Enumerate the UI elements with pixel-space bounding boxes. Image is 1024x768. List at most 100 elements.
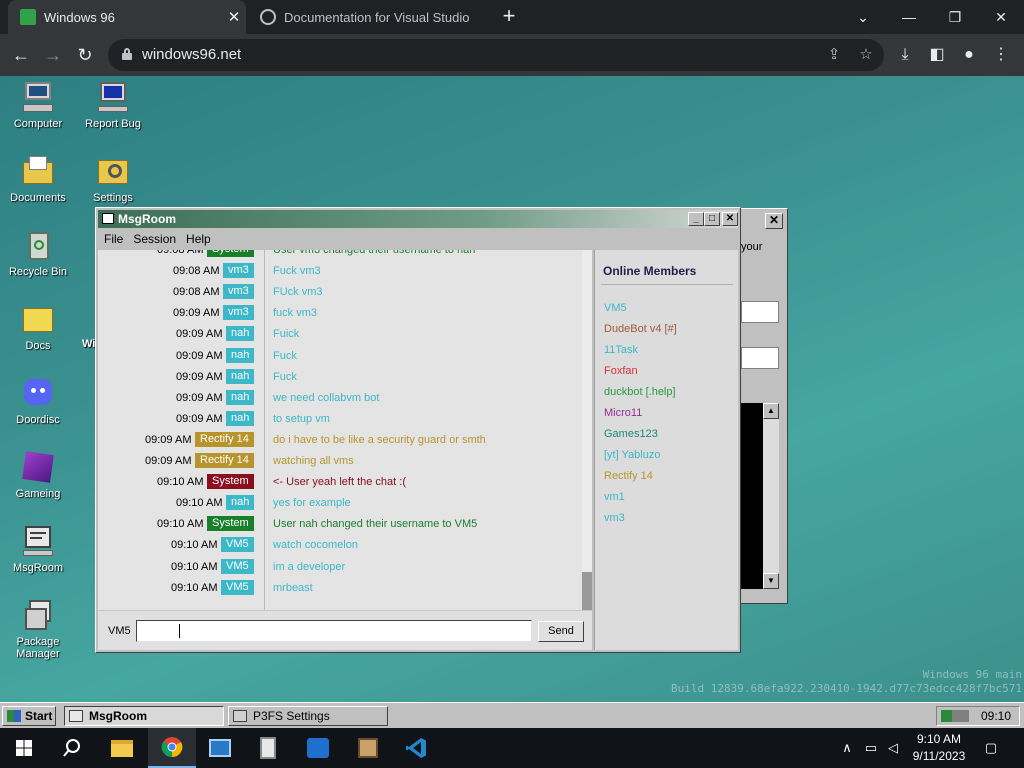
user-badge[interactable]: vm3	[223, 263, 254, 279]
profile-icon[interactable]: ●	[958, 44, 980, 66]
background-window[interactable]: ✕ your ▲ ▼	[740, 208, 788, 604]
close-window-icon[interactable]: ✕	[978, 0, 1024, 34]
user-badge[interactable]: nah	[226, 389, 255, 405]
desktop-icon-msgroom[interactable]: MsgRoom	[0, 524, 76, 574]
menu-icon[interactable]: ⋮	[990, 44, 1012, 66]
user-badge[interactable]: Rectify 14	[195, 431, 254, 447]
online-members-panel: Online Members VM5 DudeBot v4 [#] 11Task Fo…	[594, 250, 738, 650]
user-badge[interactable]: nah	[226, 368, 255, 384]
desktop-icon-package-manager[interactable]: Package Manager	[0, 598, 76, 660]
scroll-down-icon[interactable]: ▼	[763, 573, 779, 589]
user-badge[interactable]: nah	[226, 347, 255, 363]
user-badge[interactable]: VM5	[221, 579, 254, 595]
text-field[interactable]	[741, 301, 779, 323]
network-icon[interactable]	[941, 710, 969, 722]
user-badge[interactable]: VM5	[221, 558, 254, 574]
minimize-icon[interactable]: _	[688, 212, 704, 226]
desktop-icon-gameing[interactable]: Gameing	[0, 450, 76, 500]
virtualbox-icon[interactable]	[294, 728, 342, 768]
user-badge[interactable]: System	[207, 516, 254, 532]
user-badge[interactable]: nah	[226, 410, 255, 426]
tab-documentation[interactable]: Documentation for Visual Studio	[250, 0, 490, 34]
tab-search-icon[interactable]: ⌄	[840, 0, 886, 34]
notification-icon[interactable]: ▢	[982, 739, 1000, 757]
member-item[interactable]: Rectify 14	[604, 470, 653, 482]
app-icon-blue[interactable]	[196, 728, 244, 768]
user-badge[interactable]: nah	[226, 326, 255, 342]
start-button[interactable]: Start	[2, 706, 56, 726]
minimize-icon[interactable]: —	[886, 0, 932, 34]
message-text: User vm3 changed their username to nah	[273, 250, 476, 256]
download-icon[interactable]: ⤓	[894, 44, 916, 66]
member-item[interactable]: Foxfan	[604, 365, 638, 377]
scroll-up-icon[interactable]: ▲	[763, 403, 779, 419]
close-icon[interactable]: ✕	[765, 213, 783, 229]
taskbar-button-p3fs-settings[interactable]: P3FS Settings	[228, 706, 388, 726]
desktop-icon-doordisc[interactable]: Doordisc	[0, 376, 76, 426]
msgroom-titlebar[interactable]: MsgRoom _ □ ✕	[98, 210, 738, 228]
scrollbar[interactable]: ▲ ▼	[763, 403, 779, 589]
address-bar[interactable]: windows96.net ⇪ ☆	[108, 39, 884, 71]
chat-message-row: 09:09 AM nah Fuck	[98, 367, 582, 388]
menu-help[interactable]: Help	[186, 230, 211, 248]
network-icon[interactable]: ▭	[862, 739, 880, 757]
text-field[interactable]	[741, 347, 779, 369]
user-badge[interactable]: System	[207, 474, 254, 490]
forward-icon[interactable]: →	[40, 42, 66, 68]
desktop-icon-documents[interactable]: Documents	[0, 154, 76, 204]
member-item[interactable]: vm3	[604, 512, 625, 524]
document-app-icon[interactable]	[244, 728, 292, 768]
maximize-icon[interactable]: □	[704, 212, 720, 226]
menu-file[interactable]: File	[104, 230, 123, 248]
message-timestamp: 09:09 AM	[176, 412, 223, 425]
restore-icon[interactable]: ❐	[932, 0, 978, 34]
side-panel-icon[interactable]: ◧	[926, 44, 948, 66]
url-text: windows96.net	[142, 46, 242, 63]
tab-windows96[interactable]: Windows 96 ✕	[8, 0, 246, 34]
package-app-icon[interactable]	[344, 728, 392, 768]
desktop-icon-report-bug[interactable]: Report Bug	[75, 80, 151, 130]
user-badge[interactable]: vm3	[223, 305, 254, 321]
bookmark-star-icon[interactable]: ☆	[856, 45, 876, 65]
chat-scrollbar[interactable]	[582, 250, 592, 610]
search-icon[interactable]	[48, 728, 96, 768]
send-button[interactable]: Send	[538, 621, 584, 642]
member-item[interactable]: Micro11	[604, 407, 642, 419]
share-icon[interactable]: ⇪	[824, 45, 844, 65]
windows-clock[interactable]: 9:10 AM 9/11/2023	[904, 731, 974, 765]
windows-start-icon[interactable]	[0, 728, 48, 768]
close-icon[interactable]: ✕	[722, 212, 738, 226]
new-tab-icon[interactable]: +	[498, 5, 520, 27]
chat-message-row: 09:09 AM nah to setup vm	[98, 409, 582, 430]
file-explorer-icon[interactable]	[98, 728, 146, 768]
user-badge[interactable]: vm3	[223, 284, 254, 300]
user-badge[interactable]: System	[207, 250, 254, 257]
chrome-icon[interactable]	[148, 728, 196, 768]
member-item[interactable]: Games123	[604, 428, 658, 440]
member-item[interactable]: duckbot [.help]	[604, 386, 676, 398]
message-input[interactable]	[136, 620, 532, 642]
member-item[interactable]: VM5	[604, 302, 627, 314]
chevron-up-icon[interactable]: ∧	[838, 739, 856, 757]
reload-icon[interactable]: ↻	[72, 42, 98, 68]
window-text-fragment: your	[741, 241, 763, 253]
close-tab-icon[interactable]: ✕	[222, 8, 246, 26]
member-item[interactable]: vm1	[604, 491, 625, 503]
back-icon[interactable]: ←	[8, 42, 34, 68]
desktop-icon-computer[interactable]: Computer	[0, 80, 76, 130]
taskbar-button-msgroom[interactable]: MsgRoom	[64, 706, 224, 726]
user-badge[interactable]: Rectify 14	[195, 453, 254, 468]
member-item[interactable]: 11Task	[604, 344, 638, 356]
desktop-icon-docs[interactable]: Docs	[0, 302, 76, 352]
desktop-icon-settings[interactable]: Settings	[75, 154, 151, 204]
volume-muted-icon[interactable]: ◁	[884, 739, 902, 757]
desktop-icon-recycle-bin[interactable]: Recycle Bin	[0, 228, 76, 278]
user-badge[interactable]: nah	[226, 495, 255, 511]
scrollbar-thumb[interactable]	[582, 572, 592, 610]
tab-title: Windows 96	[44, 9, 115, 25]
member-item[interactable]: DudeBot v4 [#]	[604, 323, 677, 335]
vscode-icon[interactable]	[392, 728, 440, 768]
user-badge[interactable]: VM5	[221, 537, 254, 553]
member-item[interactable]: [yt] Yabluzo	[604, 449, 660, 461]
menu-session[interactable]: Session	[133, 230, 176, 248]
